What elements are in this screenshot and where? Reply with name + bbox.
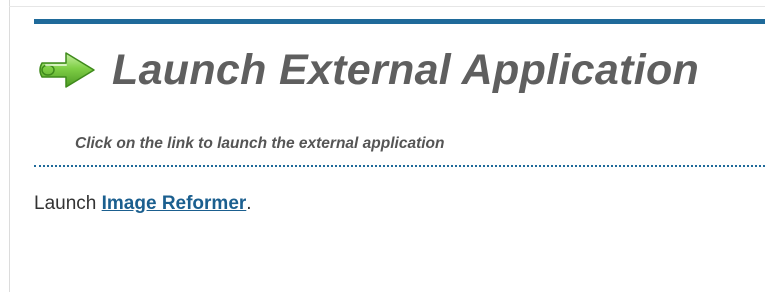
page-title: Launch External Application — [112, 45, 700, 94]
launch-prefix: Launch — [34, 193, 97, 214]
left-border — [9, 0, 10, 292]
image-reformer-link[interactable]: Image Reformer — [102, 193, 247, 214]
launch-line: Launch Image Reformer. — [34, 193, 252, 215]
instructions-text: Click on the link to launch the external… — [75, 135, 445, 152]
dotted-divider — [34, 165, 765, 167]
launch-external-application-page: Launch External Application Click on the… — [0, 0, 765, 292]
right-arrow-icon — [36, 49, 98, 91]
header-rule — [34, 19, 765, 24]
launch-suffix: . — [246, 193, 252, 214]
page-header: Launch External Application — [36, 40, 699, 100]
top-border — [9, 6, 765, 7]
